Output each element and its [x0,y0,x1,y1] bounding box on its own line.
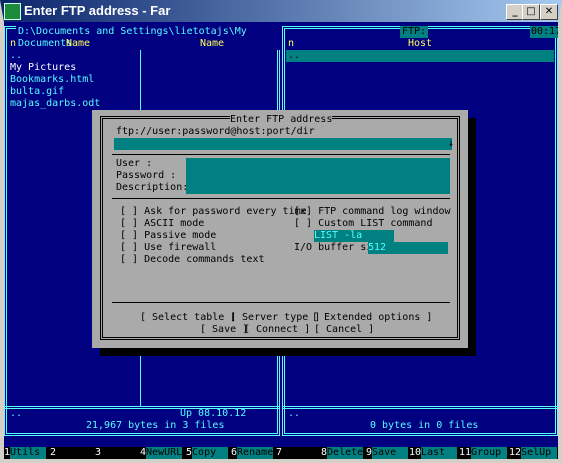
right-panel-path[interactable]: FTP: [400,26,429,38]
left-col-n: n [10,38,17,49]
dialog-separator [112,154,450,156]
left-summary: 21,967 bytes in 3 files [84,420,227,432]
password-label: Password : [116,170,177,181]
extended-options-button[interactable]: [ Extended options ] [312,312,432,324]
save-button[interactable]: [ Save ] [200,324,248,336]
passive-mode-checkbox[interactable]: [ ] Passive mode [120,230,216,242]
left-status-name: .. [10,408,23,419]
ask-password-checkbox[interactable]: [ ] Ask for password every time [120,206,307,218]
file-item[interactable]: majas_darbs.odt [10,98,100,110]
right-summary: 0 bytes in 0 files [368,420,481,432]
key-f2[interactable]: 2 [50,447,92,459]
key-f7[interactable]: 7 [276,447,318,459]
file-item[interactable]: Bookmarks.html [10,74,94,86]
user-label: User : [116,158,153,169]
key-f5[interactable]: 5Copy [186,447,229,459]
connect-button[interactable]: [ Connect ] [244,324,310,336]
use-firewall-checkbox[interactable]: [ ] Use firewall [120,242,216,254]
ascii-mode-checkbox[interactable]: [ ] ASCII mode [120,218,204,230]
ftp-address-dialog: Enter FTP address ftp://user:password@ho… [92,110,468,348]
key-f8[interactable]: 8Delete [321,447,363,459]
key-f12[interactable]: 12SelUp [509,447,558,459]
key-f4[interactable]: 4NewURL [140,447,182,459]
right-col-host[interactable]: Host [408,38,432,50]
key-f3[interactable]: 3 [95,447,137,459]
console-area: D:\Documents and Settings\lietotajs\My D… [4,22,562,459]
server-type-button[interactable]: [ Server type ] [230,312,320,324]
right-col-n: n [288,38,295,49]
file-item[interactable]: My Pictures [10,62,76,74]
key-f1[interactable]: 1Utils [4,447,47,459]
ftp-log-checkbox[interactable]: [x] FTP command log window [294,206,451,218]
clock: 00:17 [530,26,562,38]
url-hint: ftp://user:password@host:port/dir [116,126,315,137]
ftp-address-input[interactable] [114,138,452,150]
file-item[interactable]: bulta.gif [10,86,64,98]
left-col-name-1[interactable]: Name [66,38,90,50]
key-f11[interactable]: 11Group [459,447,508,459]
right-status-name: .. [288,408,301,419]
key-f9[interactable]: 9Save [366,447,409,459]
left-panel-path[interactable]: D:\Documents and Settings\lietotajs\My D… [16,26,280,50]
far-app-icon [4,3,21,20]
file-item-label: .. [288,50,301,61]
dialog-title: Enter FTP address [230,114,333,126]
custom-list-input[interactable]: LIST -la [314,230,394,242]
select-table-button[interactable]: [ Select table ] [140,312,236,324]
right-status-separator [282,406,558,409]
file-item-selected[interactable]: .. [286,50,554,62]
description-input[interactable] [186,182,450,194]
cancel-button[interactable]: [ Cancel ] [314,324,374,336]
custom-list-checkbox[interactable]: [ ] Custom LIST command [294,218,432,230]
close-button[interactable]: ✕ [540,4,558,20]
key-f6[interactable]: 6Rename [231,447,273,459]
dialog-separator [112,302,450,304]
file-item[interactable]: .. [10,50,22,62]
user-input[interactable] [186,158,450,170]
dialog-separator [112,198,450,200]
password-input[interactable] [186,170,450,182]
history-arrow-icon[interactable]: ↓ [448,138,454,150]
decode-commands-checkbox[interactable]: [ ] Decode commands text [120,254,265,266]
function-key-bar: 1Utils 2 3 4NewURL 5Copy 6Rename 7 8Dele… [4,447,558,459]
left-col-name-2[interactable]: Name [200,38,224,50]
key-f10[interactable]: 10Last [409,447,458,459]
description-label: Description: [116,182,189,193]
window-titlebar: Enter FTP address - Far _ □ ✕ [0,0,562,22]
buffer-size-input[interactable]: 512 [368,242,448,254]
maximize-button[interactable]: □ [522,4,540,20]
window-title: Enter FTP address - Far [24,3,171,18]
